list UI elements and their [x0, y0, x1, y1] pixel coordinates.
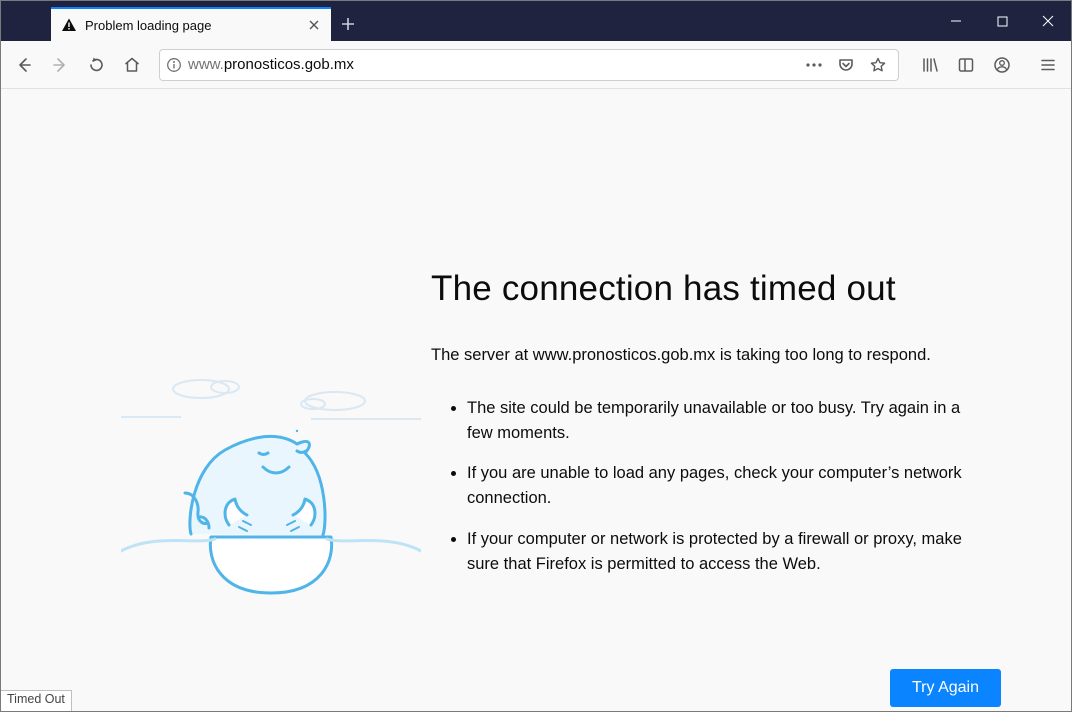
url-bar[interactable]: www.pronosticos.gob.mx: [159, 49, 899, 81]
tab-strip: Problem loading page: [1, 1, 1071, 41]
try-again-button[interactable]: Try Again: [890, 669, 1001, 707]
identity-info-icon[interactable]: [166, 57, 182, 73]
tab-active[interactable]: Problem loading page: [51, 7, 331, 41]
warning-icon: [61, 17, 77, 33]
content-area: The connection has timed out The server …: [1, 89, 1071, 711]
new-tab-button[interactable]: [331, 7, 365, 41]
toolbar-end-buttons: [909, 48, 1065, 82]
page-actions-menu-button[interactable]: [800, 51, 828, 79]
tab-close-button[interactable]: [305, 16, 323, 34]
tab-title: Problem loading page: [85, 18, 211, 33]
bookmark-star-icon[interactable]: [864, 51, 892, 79]
reload-button[interactable]: [79, 48, 113, 82]
error-heading: The connection has timed out: [431, 269, 991, 309]
window-controls: [933, 1, 1071, 41]
error-suggestions: The site could be temporarily unavailabl…: [431, 396, 991, 577]
url-prefix: www.: [188, 56, 224, 73]
app-menu-button[interactable]: [1031, 48, 1065, 82]
browser-window: Problem loading page: [0, 0, 1072, 712]
forward-button: [43, 48, 77, 82]
url-text: www.pronosticos.gob.mx: [188, 56, 794, 73]
error-suggestion-item: The site could be temporarily unavailabl…: [467, 396, 987, 446]
close-window-button[interactable]: [1025, 1, 1071, 41]
maximize-button[interactable]: [979, 1, 1025, 41]
navigation-toolbar: www.pronosticos.gob.mx: [1, 41, 1071, 89]
status-bar: Timed Out: [1, 690, 72, 711]
minimize-button[interactable]: [933, 1, 979, 41]
library-button[interactable]: [913, 48, 947, 82]
sidebar-button[interactable]: [949, 48, 983, 82]
pocket-icon[interactable]: [832, 51, 860, 79]
error-message: The connection has timed out The server …: [431, 269, 991, 592]
error-suggestion-item: If your computer or network is protected…: [467, 527, 987, 577]
account-button[interactable]: [985, 48, 1019, 82]
error-illustration: [121, 369, 421, 629]
home-button[interactable]: [115, 48, 149, 82]
error-suggestion-item: If you are unable to load any pages, che…: [467, 461, 987, 511]
error-subtitle: The server at www.pronosticos.gob.mx is …: [431, 343, 971, 368]
page-actions: [800, 51, 892, 79]
back-button[interactable]: [7, 48, 41, 82]
url-host: pronosticos.gob.mx: [224, 56, 354, 73]
